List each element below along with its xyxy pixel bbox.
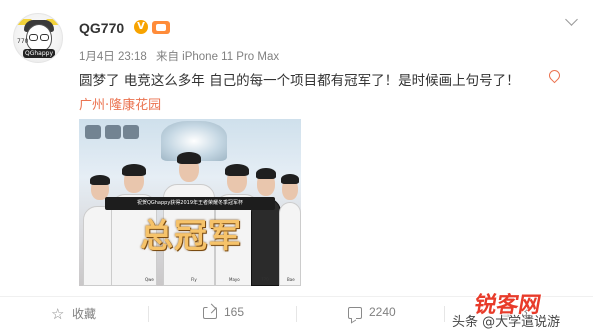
avatar-glasses [29, 34, 38, 41]
star-icon [51, 305, 65, 323]
sponsor-logo [105, 125, 121, 139]
player-name: Mayo [229, 277, 240, 282]
avatar-tag: QGhappy [23, 49, 55, 58]
share-icon [203, 306, 217, 319]
player-name: 770 [261, 277, 269, 282]
post-text: 圆梦了 电竞这么多年 自己的每一个项目都有冠军了！是时候画上句号了！ [79, 73, 520, 89]
player-name: Qwe [145, 277, 154, 282]
share-button[interactable]: 165 [203, 305, 244, 323]
favorite-button[interactable]: 收藏 [51, 305, 97, 323]
verified-icon[interactable]: V [134, 20, 148, 34]
weibo-post-card: 770 QGhappy QG770 V 1月4日 23:18 来自 iPhone… [0, 0, 593, 334]
username[interactable]: QG770 [79, 20, 124, 36]
sponsor-logo [85, 125, 101, 139]
player-name: Bae [287, 277, 295, 282]
action-separator [444, 306, 445, 322]
post-location[interactable]: 广州·隆康花园 [79, 94, 161, 113]
post-source: 来自 iPhone 11 Pro Max [155, 51, 280, 63]
user-avatar[interactable]: 770 QGhappy [13, 13, 63, 63]
team-logo [123, 125, 139, 139]
comment-count: 2240 [369, 305, 396, 319]
member-level-icon[interactable] [152, 21, 170, 34]
watermark-caption: 头条 @大学遣说游 [452, 315, 561, 330]
avatar-glasses [40, 34, 49, 41]
chevron-down-icon[interactable] [565, 14, 579, 28]
player-figure [251, 160, 281, 286]
photo-headline: 总冠军 [140, 216, 242, 255]
favorite-label: 收藏 [72, 307, 97, 321]
post-photo[interactable]: 祝贺QGhappy获得2019年王者荣耀冬季冠军杯 总冠军 Qwe Fly Ma… [79, 119, 301, 286]
action-separator [296, 306, 297, 322]
player-figure [279, 166, 301, 286]
location-pin-icon [548, 70, 560, 84]
player-name: Fly [191, 277, 197, 282]
comment-button[interactable]: 2240 [348, 305, 396, 323]
post-date[interactable]: 1月4日 23:18 [79, 51, 147, 63]
share-count: 165 [224, 305, 245, 319]
comment-icon [348, 306, 362, 319]
action-separator [148, 306, 149, 322]
avatar-number: 770 [17, 38, 29, 45]
photo-banner: 祝贺QGhappy获得2019年王者荣耀冬季冠军杯 [105, 197, 275, 210]
post-meta: 1月4日 23:18 来自 iPhone 11 Pro Max [79, 48, 285, 64]
